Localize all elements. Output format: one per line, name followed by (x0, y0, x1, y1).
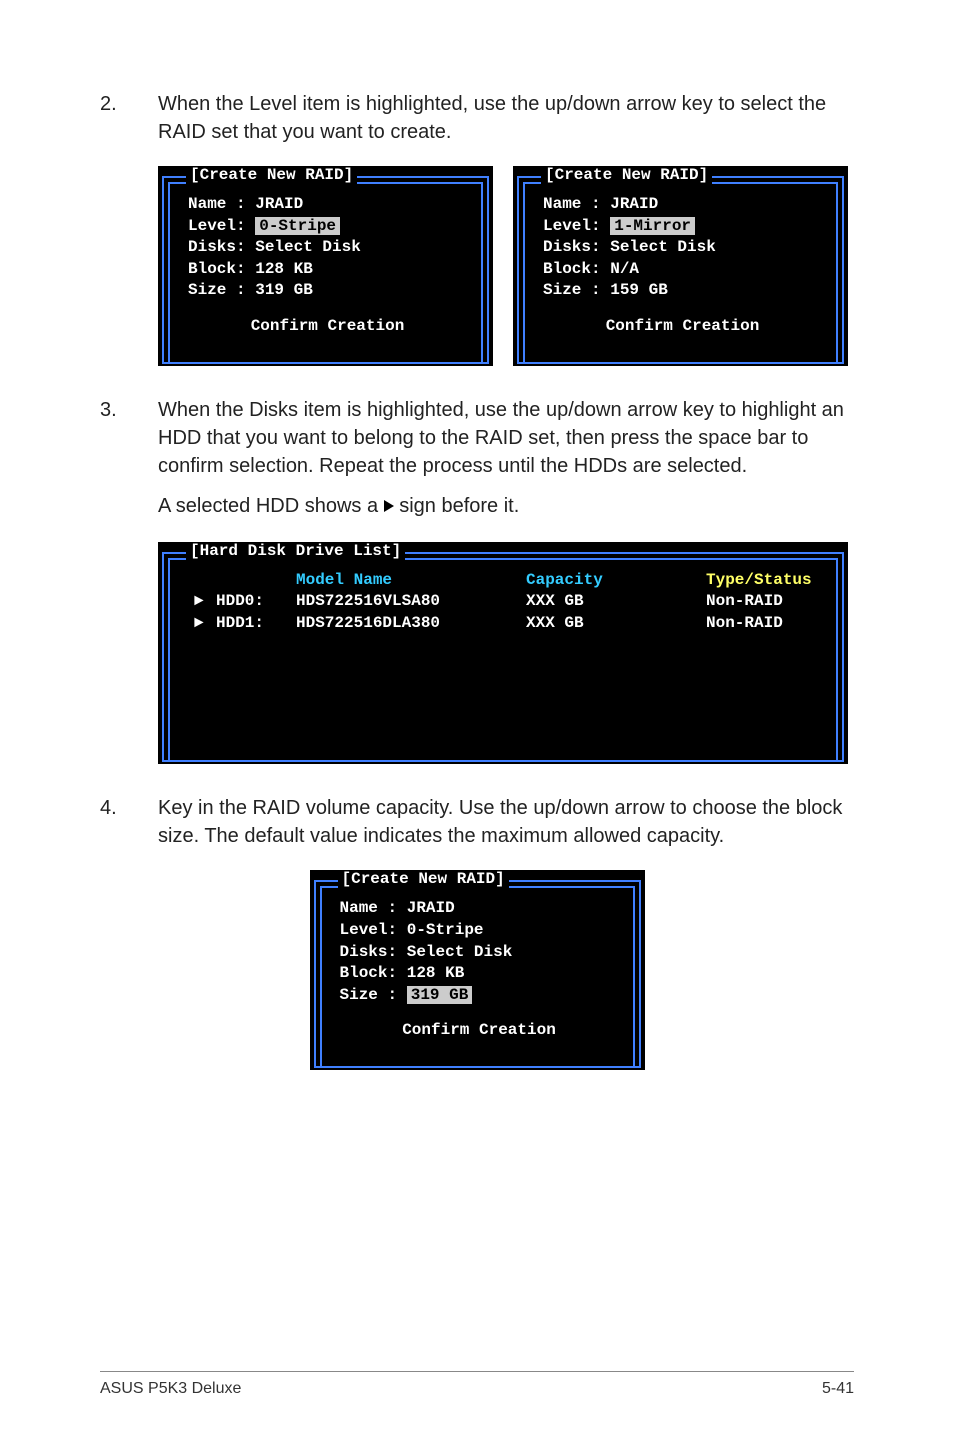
step-number: 2. (100, 90, 158, 146)
selected-marker-icon: ► (194, 613, 216, 635)
bios-panel-level-stripe: [Create New RAID] Name : JRAID Level: 0-… (158, 166, 493, 366)
level-value-highlight: 0-Stripe (255, 217, 340, 235)
step-text: When the Disks item is highlighted, use … (158, 396, 854, 480)
step-text: Key in the RAID volume capacity. Use the… (158, 794, 854, 850)
panel-title: [Create New RAID] (186, 166, 357, 184)
list-row: ► HDD1: HDS722516DLA380 XXX GB Non-RAID (194, 613, 812, 635)
confirm-creation: Confirm Creation (340, 1020, 619, 1042)
bios-panel-size: [Create New RAID] Name : JRAID Level: 0-… (310, 870, 645, 1070)
step-4: 4. Key in the RAID volume capacity. Use … (100, 794, 854, 850)
step-note: A selected HDD shows a sign before it. (158, 492, 854, 520)
list-row: ► HDD0: HDS722516VLSA80 XXX GB Non-RAID (194, 591, 812, 613)
step-3: 3. When the Disks item is highlighted, u… (100, 396, 854, 524)
size-value-highlight: 319 GB (407, 986, 473, 1004)
confirm-creation: Confirm Creation (543, 316, 822, 338)
footer-page-number: 5-41 (822, 1380, 854, 1398)
triangle-icon (384, 500, 394, 512)
level-value-highlight: 1-Mirror (610, 217, 695, 235)
list-header: Model Name Capacity Type/Status (194, 570, 812, 592)
step-2: 2. When the Level item is highlighted, u… (100, 90, 854, 146)
panel-title: [Hard Disk Drive List] (186, 542, 405, 560)
step-number: 4. (100, 794, 158, 850)
selected-marker-icon: ► (194, 591, 216, 613)
page-footer: ASUS P5K3 Deluxe 5-41 (100, 1371, 854, 1398)
footer-product: ASUS P5K3 Deluxe (100, 1380, 241, 1398)
panel-title: [Create New RAID] (541, 166, 712, 184)
panel-title: [Create New RAID] (338, 870, 509, 888)
bios-panel-level-mirror: [Create New RAID] Name : JRAID Level: 1-… (513, 166, 848, 366)
step-text: When the Level item is highlighted, use … (158, 90, 854, 146)
confirm-creation: Confirm Creation (188, 316, 467, 338)
step-number: 3. (100, 396, 158, 524)
bios-panel-disk-list: [Hard Disk Drive List] Model Name Capaci… (158, 542, 848, 765)
